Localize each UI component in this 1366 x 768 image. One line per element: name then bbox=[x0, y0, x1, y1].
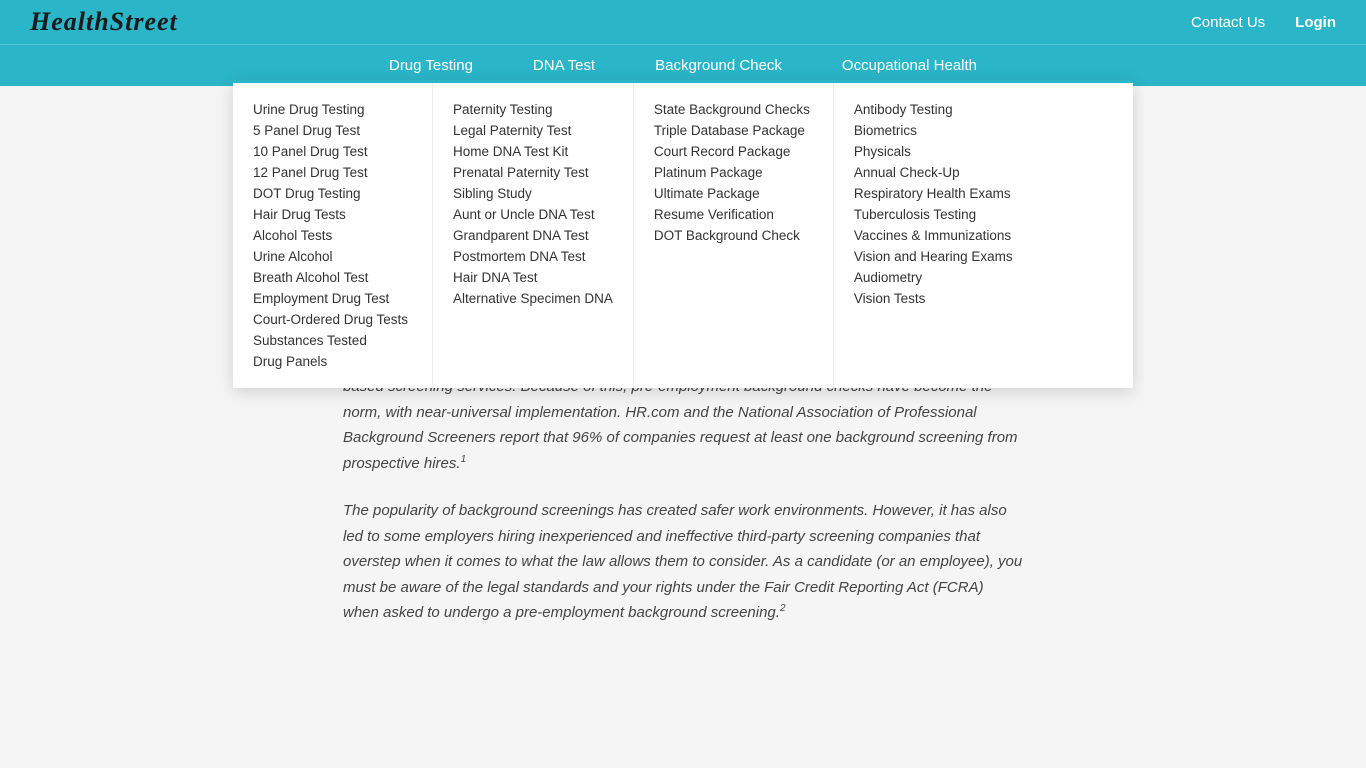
dd-annual-checkup[interactable]: Annual Check-Up bbox=[854, 162, 1014, 183]
dd-court-record[interactable]: Court Record Package bbox=[654, 141, 813, 162]
dd-respiratory[interactable]: Respiratory Health Exams bbox=[854, 183, 1014, 204]
dd-tb-testing[interactable]: Tuberculosis Testing bbox=[854, 204, 1014, 225]
dd-paternity[interactable]: Paternity Testing bbox=[453, 99, 613, 120]
dd-home-dna[interactable]: Home DNA Test Kit bbox=[453, 141, 613, 162]
dd-breath-alcohol[interactable]: Breath Alcohol Test bbox=[253, 267, 412, 288]
contact-us-link[interactable]: Contact Us bbox=[1191, 14, 1265, 31]
login-link[interactable]: Login bbox=[1295, 14, 1336, 31]
dd-5panel[interactable]: 5 Panel Drug Test bbox=[253, 120, 412, 141]
dd-dot-bg[interactable]: DOT Background Check bbox=[654, 225, 813, 246]
site-header: HealthStreet Contact Us Login bbox=[0, 0, 1366, 44]
dd-biometrics[interactable]: Biometrics bbox=[854, 120, 1014, 141]
dd-vision-tests[interactable]: Vision Tests bbox=[854, 288, 1014, 309]
dd-grandparent[interactable]: Grandparent DNA Test bbox=[453, 225, 613, 246]
dd-12panel[interactable]: 12 Panel Drug Test bbox=[253, 162, 412, 183]
dd-vaccines[interactable]: Vaccines & Immunizations bbox=[854, 225, 1014, 246]
header-right: Contact Us Login bbox=[1191, 14, 1336, 31]
dd-audiometry[interactable]: Audiometry bbox=[854, 267, 1014, 288]
dd-ultimate[interactable]: Ultimate Package bbox=[654, 183, 813, 204]
dd-resume-verify[interactable]: Resume Verification bbox=[654, 204, 813, 225]
dd-legal-paternity[interactable]: Legal Paternity Test bbox=[453, 120, 613, 141]
dd-prenatal[interactable]: Prenatal Paternity Test bbox=[453, 162, 613, 183]
dropdown-col-drug: Urine Drug Testing 5 Panel Drug Test 10 … bbox=[233, 83, 433, 388]
dd-triple-db[interactable]: Triple Database Package bbox=[654, 120, 813, 141]
dd-dot-drug[interactable]: DOT Drug Testing bbox=[253, 183, 412, 204]
dd-employment-drug[interactable]: Employment Drug Test bbox=[253, 288, 412, 309]
dd-hair-dna[interactable]: Hair DNA Test bbox=[453, 267, 613, 288]
dd-hair-drug[interactable]: Hair Drug Tests bbox=[253, 204, 412, 225]
dd-aunt-uncle[interactable]: Aunt or Uncle DNA Test bbox=[453, 204, 613, 225]
dd-drug-panels[interactable]: Drug Panels bbox=[253, 351, 412, 372]
dd-vision-hearing[interactable]: Vision and Hearing Exams bbox=[854, 246, 1014, 267]
dd-sibling[interactable]: Sibling Study bbox=[453, 183, 613, 204]
dd-substances[interactable]: Substances Tested bbox=[253, 330, 412, 351]
dd-court-ordered[interactable]: Court-Ordered Drug Tests bbox=[253, 309, 412, 330]
dd-state-bg[interactable]: State Background Checks bbox=[654, 99, 813, 120]
mega-dropdown: Urine Drug Testing 5 Panel Drug Test 10 … bbox=[0, 80, 1366, 388]
site-logo[interactable]: HealthStreet bbox=[30, 7, 178, 37]
dropdown-col-bg: State Background Checks Triple Database … bbox=[634, 83, 834, 388]
logo-street: Street bbox=[110, 7, 178, 36]
dd-alt-specimen[interactable]: Alternative Specimen DNA bbox=[453, 288, 613, 309]
dd-10panel[interactable]: 10 Panel Drug Test bbox=[253, 141, 412, 162]
dd-postmortem[interactable]: Postmortem DNA Test bbox=[453, 246, 613, 267]
dd-platinum[interactable]: Platinum Package bbox=[654, 162, 813, 183]
dd-physicals[interactable]: Physicals bbox=[854, 141, 1014, 162]
dd-urine-drug[interactable]: Urine Drug Testing bbox=[253, 99, 412, 120]
dd-alcohol-tests[interactable]: Alcohol Tests bbox=[253, 225, 412, 246]
dropdown-col-dna: Paternity Testing Legal Paternity Test H… bbox=[433, 83, 634, 388]
dd-urine-alcohol[interactable]: Urine Alcohol bbox=[253, 246, 412, 267]
body-para-3: The popularity of background screenings … bbox=[343, 498, 1023, 626]
dropdown-row: Urine Drug Testing 5 Panel Drug Test 10 … bbox=[233, 80, 1133, 388]
dropdown-col-occ: Antibody Testing Biometrics Physicals An… bbox=[834, 83, 1034, 388]
dd-antibody[interactable]: Antibody Testing bbox=[854, 99, 1014, 120]
logo-health: Health bbox=[30, 7, 110, 36]
